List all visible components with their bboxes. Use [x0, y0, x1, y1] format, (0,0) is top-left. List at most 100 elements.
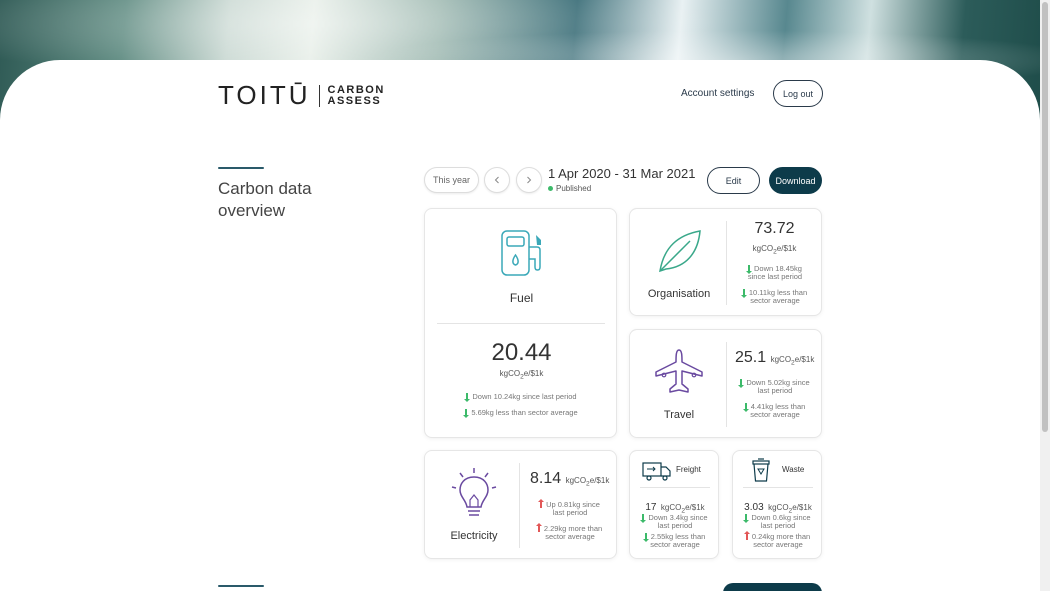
- freight-unit: kgCO2e/$1k: [660, 503, 705, 515]
- chevron-left-icon: [494, 176, 499, 184]
- scrollbar[interactable]: [1040, 0, 1050, 591]
- unit-suffix: e/$1k: [523, 369, 544, 378]
- electricity-stat-sector: 2.29kg more than sector average: [529, 523, 611, 541]
- status-text: Published: [556, 184, 592, 193]
- next-section-accent-line: [218, 585, 264, 587]
- airplane-icon: [655, 349, 703, 393]
- down-arrow-icon: [742, 403, 749, 412]
- waste-card[interactable]: Waste 3.03 kgCO2e/$1k Down 0.6kg since la…: [732, 450, 822, 559]
- logo-sub: CARBON ASSESS: [327, 84, 385, 107]
- freight-stat-period-line2: last period: [657, 521, 693, 530]
- travel-stat-sector: 4.41kg less than sector average: [734, 403, 816, 419]
- fuel-value: 20.44: [491, 339, 552, 366]
- travel-label: Travel: [663, 409, 695, 421]
- organisation-stat-period: Down 18.45kg since last period: [734, 265, 816, 281]
- fuel-stat-period: Down 10.24kg since last period: [425, 392, 618, 402]
- down-arrow-icon: [464, 393, 471, 402]
- freight-value: 17: [645, 502, 657, 513]
- freight-divider: [640, 487, 710, 488]
- down-arrow-icon: [740, 289, 747, 298]
- fuel-stat-period-text: Down 10.24kg since last period: [472, 392, 577, 401]
- unit-suffix: e/$1k: [685, 503, 705, 512]
- waste-unit: kgCO2e/$1k: [768, 503, 812, 515]
- unit-prefix: kgCO: [752, 244, 774, 253]
- fuel-pump-icon: [501, 230, 541, 276]
- organisation-stat-period-line2: since last period: [747, 272, 803, 281]
- waste-divider: [743, 487, 813, 488]
- date-range: 1 Apr 2020 - 31 Mar 2021: [548, 166, 696, 181]
- this-year-button[interactable]: This year: [424, 167, 479, 193]
- down-arrow-icon: [463, 409, 470, 418]
- lightbulb-icon: [451, 468, 497, 516]
- electricity-stat-sector-line2: sector average: [545, 532, 595, 541]
- waste-value: 3.03: [744, 502, 764, 513]
- organisation-card[interactable]: Organisation 73.72 kgCO2e/$1k Down 18.45…: [629, 208, 822, 316]
- unit-suffix: e/$1k: [794, 355, 815, 364]
- down-arrow-icon: [738, 379, 745, 388]
- organisation-label: Organisation: [647, 288, 711, 300]
- organisation-value: 73.72: [754, 220, 795, 237]
- fuel-label: Fuel: [509, 291, 534, 305]
- down-arrow-icon: [743, 514, 750, 523]
- logo-separator: [318, 84, 320, 107]
- travel-value-row: 25.1 kgCO2e/$1k: [735, 349, 814, 367]
- travel-stat-period: Down 5.02kg since last period: [734, 379, 816, 395]
- electricity-card[interactable]: Electricity 8.14 kgCO2e/$1k Up 0.81kg si…: [424, 450, 617, 559]
- waste-stat-sector-line2: sector average: [753, 540, 803, 549]
- electricity-value: 8.14: [530, 470, 562, 487]
- fuel-card[interactable]: Fuel 20.44 kgCO2e/$1k Down 10.24kg since…: [424, 208, 617, 438]
- logo-sub-line2: ASSESS: [327, 94, 382, 107]
- section-accent-line: [218, 167, 264, 169]
- previous-period-button[interactable]: [484, 167, 510, 193]
- bin-icon: [752, 458, 770, 482]
- freight-card[interactable]: Freight 17 kgCO2e/$1k Down 3.4kg since la…: [629, 450, 719, 559]
- up-arrow-icon: [538, 499, 545, 508]
- up-arrow-icon: [535, 523, 542, 532]
- page-title: Carbon data overview: [218, 178, 312, 222]
- freight-stat-period: Down 3.4kg since last period: [634, 514, 716, 530]
- next-section-button[interactable]: [723, 583, 822, 591]
- down-arrow-icon: [640, 514, 647, 523]
- electricity-label: Electricity: [450, 530, 498, 542]
- unit-prefix: kgCO: [660, 503, 682, 512]
- fuel-divider: [437, 323, 605, 324]
- fuel-stat-sector-text: 5.69kg less than sector average: [471, 408, 578, 417]
- unit-suffix: e/$1k: [776, 244, 797, 253]
- travel-card[interactable]: Travel 25.1 kgCO2e/$1k Down 5.02kg since…: [629, 329, 822, 438]
- status-dot: [548, 186, 553, 191]
- freight-stat-sector-line2: sector average: [650, 540, 700, 549]
- travel-unit: kgCO2e/$1k: [770, 355, 815, 367]
- unit-prefix: kgCO: [770, 355, 792, 364]
- leaf-icon: [659, 230, 701, 273]
- account-settings-link[interactable]: Account settings: [681, 88, 754, 99]
- fuel-stat-sector: 5.69kg less than sector average: [425, 408, 618, 418]
- next-period-button[interactable]: [516, 167, 542, 193]
- waste-stat-period-line2: last period: [760, 521, 796, 530]
- waste-label: Waste: [782, 465, 805, 474]
- travel-stat-period-line2: last period: [757, 386, 793, 395]
- logo[interactable]: TOITŪ CARBON ASSESS: [218, 80, 385, 111]
- edit-button[interactable]: Edit: [707, 167, 760, 194]
- up-arrow-icon: [743, 531, 750, 540]
- status-badge: Published: [548, 184, 591, 193]
- unit-prefix: kgCO: [499, 369, 521, 378]
- unit-suffix: e/$1k: [792, 503, 812, 512]
- logout-button[interactable]: Log out: [773, 80, 823, 107]
- waste-stat-sector: 0.24kg more than sector average: [737, 531, 819, 549]
- electricity-stat-period-line2: last period: [552, 508, 588, 517]
- electricity-value-row: 8.14 kgCO2e/$1k: [530, 470, 609, 488]
- travel-value: 25.1: [735, 349, 767, 366]
- chevron-right-icon: [527, 176, 532, 184]
- freight-label: Freight: [676, 465, 701, 474]
- travel-divider: [726, 342, 727, 427]
- scrollbar-thumb[interactable]: [1042, 2, 1048, 432]
- organisation-stat-sector: 10.11kg less than sector average: [734, 289, 816, 305]
- organisation-unit: kgCO2e/$1k: [727, 244, 822, 256]
- waste-stat-period: Down 0.6kg since last period: [737, 514, 819, 530]
- page-title-line2: overview: [218, 201, 286, 220]
- truck-icon: [642, 462, 671, 481]
- download-button[interactable]: Download: [769, 167, 822, 194]
- electricity-unit: kgCO2e/$1k: [565, 476, 610, 488]
- unit-prefix: kgCO: [565, 476, 587, 485]
- fuel-unit: kgCO2e/$1k: [425, 369, 618, 381]
